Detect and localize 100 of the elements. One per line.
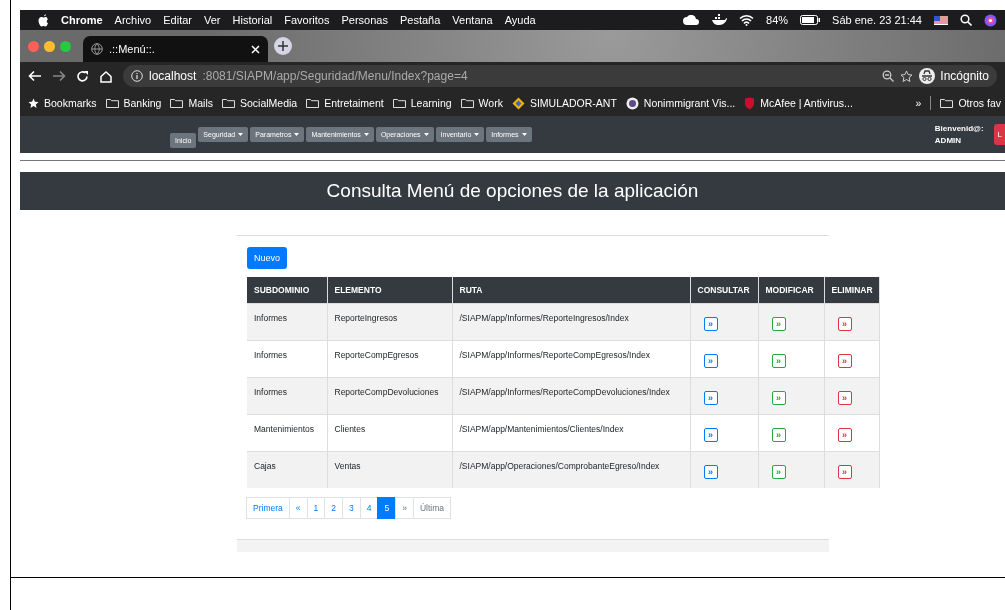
- profile-label[interactable]: Incógnito: [940, 69, 989, 83]
- menu-item[interactable]: Ayuda: [504, 14, 536, 26]
- globe-icon: [91, 43, 103, 55]
- battery-icon[interactable]: [800, 15, 821, 25]
- info-icon: [131, 70, 143, 82]
- modify-button[interactable]: »: [771, 428, 786, 442]
- column-header: SUBDOMINIO: [247, 277, 327, 304]
- bookmark-link[interactable]: SocialMedia: [240, 97, 298, 109]
- bookmark-link[interactable]: Learning: [410, 97, 452, 109]
- table-cell-text: /SIAPM/app/Informes/ReporteCompEgresos/Index: [459, 349, 651, 360]
- bookmark-link[interactable]: Entretaiment: [324, 97, 384, 109]
- table-cell-text: Ventas: [334, 460, 362, 471]
- column-header: MODIFICAR: [758, 277, 824, 304]
- consult-button[interactable]: »: [703, 428, 718, 442]
- incognito-icon[interactable]: [919, 68, 936, 84]
- cloud-icon[interactable]: [683, 15, 700, 25]
- table-cell-text: ReporteCompEgresos: [334, 349, 420, 360]
- column-header: RUTA: [452, 277, 690, 304]
- folder-icon: [105, 98, 119, 108]
- folder-icon: [940, 98, 954, 108]
- consult-button[interactable]: »: [703, 465, 718, 479]
- home-icon[interactable]: [99, 69, 113, 83]
- menu-item[interactable]: Ventana: [452, 14, 493, 26]
- column-header: ELEMENTO: [327, 277, 452, 304]
- table-cell-text: Informes: [254, 312, 289, 323]
- consult-button[interactable]: »: [703, 317, 718, 331]
- caret-icon: [474, 133, 480, 136]
- siri-icon[interactable]: [984, 13, 997, 27]
- folder-icon: [306, 98, 320, 108]
- close-icon[interactable]: [251, 44, 260, 54]
- folder-icon: [392, 98, 406, 108]
- table-cell-text: Informes: [254, 349, 289, 360]
- caret-icon: [238, 133, 244, 136]
- page-link[interactable]: Primera: [246, 497, 290, 519]
- consult-button[interactable]: »: [703, 391, 718, 405]
- modify-button[interactable]: »: [771, 465, 786, 479]
- table-cell-text: Clientes: [334, 423, 367, 434]
- seal-icon: [625, 96, 639, 110]
- bookmark-link[interactable]: Banking: [123, 97, 162, 109]
- menu-item[interactable]: Personas: [341, 14, 388, 26]
- bookmarks-overflow[interactable]: »: [915, 97, 922, 109]
- modify-button[interactable]: »: [771, 354, 786, 368]
- modify-button[interactable]: »: [771, 391, 786, 405]
- flag-icon[interactable]: [934, 15, 948, 25]
- table-cell-text: /SIAPM/app/Operaciones/ComprobanteEgreso/Index: [459, 460, 661, 471]
- page-title: Consulta Menú de opciones de la aplicación: [20, 172, 1005, 210]
- new-tab-icon[interactable]: [274, 37, 292, 55]
- caret-icon: [521, 133, 527, 136]
- menu-item[interactable]: Editar: [163, 14, 192, 26]
- star-icon: [28, 97, 39, 109]
- bookmark-link[interactable]: McAfee | Antivirus...: [760, 97, 853, 109]
- logout-button[interactable]: L: [993, 124, 1005, 145]
- reload-icon[interactable]: [76, 69, 89, 83]
- star-icon[interactable]: [900, 69, 914, 83]
- menu-item[interactable]: Ver: [204, 14, 221, 26]
- bookmark-link[interactable]: Bookmarks: [44, 97, 97, 109]
- whale-icon[interactable]: [711, 14, 728, 26]
- caret-icon: [294, 133, 300, 136]
- bookmark-link[interactable]: Nonimmigrant Vis...: [643, 97, 736, 109]
- column-header: CONSULTAR: [690, 277, 758, 304]
- browser-tab[interactable]: .::Menú::.: [83, 36, 268, 62]
- delete-button[interactable]: »: [837, 317, 852, 331]
- wifi-icon[interactable]: [739, 14, 755, 26]
- menu-item[interactable]: Favoritos: [284, 14, 330, 26]
- bookmark-link[interactable]: Work: [478, 97, 503, 109]
- window-control[interactable]: [44, 40, 55, 52]
- url-host: localhost: [149, 69, 197, 83]
- zoom-icon[interactable]: [882, 70, 895, 82]
- modify-button[interactable]: »: [771, 317, 786, 331]
- table-cell-text: ReporteIngresos: [334, 312, 399, 323]
- app-menu[interactable]: Chrome: [61, 14, 103, 26]
- address-bar[interactable]: localhost :8081/SIAPM/app/Seguridad/Menu/Index?page=4 Incógnito: [123, 65, 997, 87]
- bookmark-link[interactable]: SIMULADOR-ANT: [529, 97, 617, 109]
- diamond-icon: [511, 96, 525, 110]
- bookmark-link[interactable]: Otros fav: [958, 97, 1001, 109]
- table-cell-text: /SIAPM/app/Informes/ReporteCompDevoluciones/Index: [459, 386, 671, 397]
- delete-button[interactable]: »: [837, 391, 852, 405]
- delete-button[interactable]: »: [837, 428, 852, 442]
- forward-arrow-icon[interactable]: [52, 70, 66, 82]
- caret-icon: [363, 133, 369, 136]
- apple-icon: [38, 13, 49, 27]
- search-icon[interactable]: [960, 14, 972, 26]
- delete-button[interactable]: »: [837, 354, 852, 368]
- menu-item[interactable]: Pestaña: [400, 14, 441, 26]
- menu-item[interactable]: Historial: [232, 14, 273, 26]
- table-cell-text: Informes: [254, 386, 289, 397]
- folder-icon: [222, 98, 235, 108]
- bookmark-link[interactable]: Mails: [188, 97, 213, 109]
- user-name: ADMIN: [934, 136, 963, 145]
- clock[interactable]: Sáb ene. 23 21:44: [832, 14, 922, 26]
- consult-button[interactable]: »: [703, 354, 718, 368]
- greeting: Bienvenid@:: [934, 124, 984, 133]
- table-cell-text: /SIAPM/app/Mantenimientos/Clientes/Index: [459, 423, 625, 434]
- delete-button[interactable]: »: [837, 465, 852, 479]
- url-path: :8081/SIAPM/app/Seguridad/Menu/Index?page=4: [202, 69, 468, 83]
- menu-item[interactable]: Archivo: [114, 14, 152, 26]
- back-arrow-icon[interactable]: [28, 70, 42, 82]
- page-link[interactable]: 2: [324, 497, 343, 519]
- new-button[interactable]: Nuevo: [247, 247, 287, 269]
- table-cell-text: Mantenimientos: [254, 423, 315, 434]
